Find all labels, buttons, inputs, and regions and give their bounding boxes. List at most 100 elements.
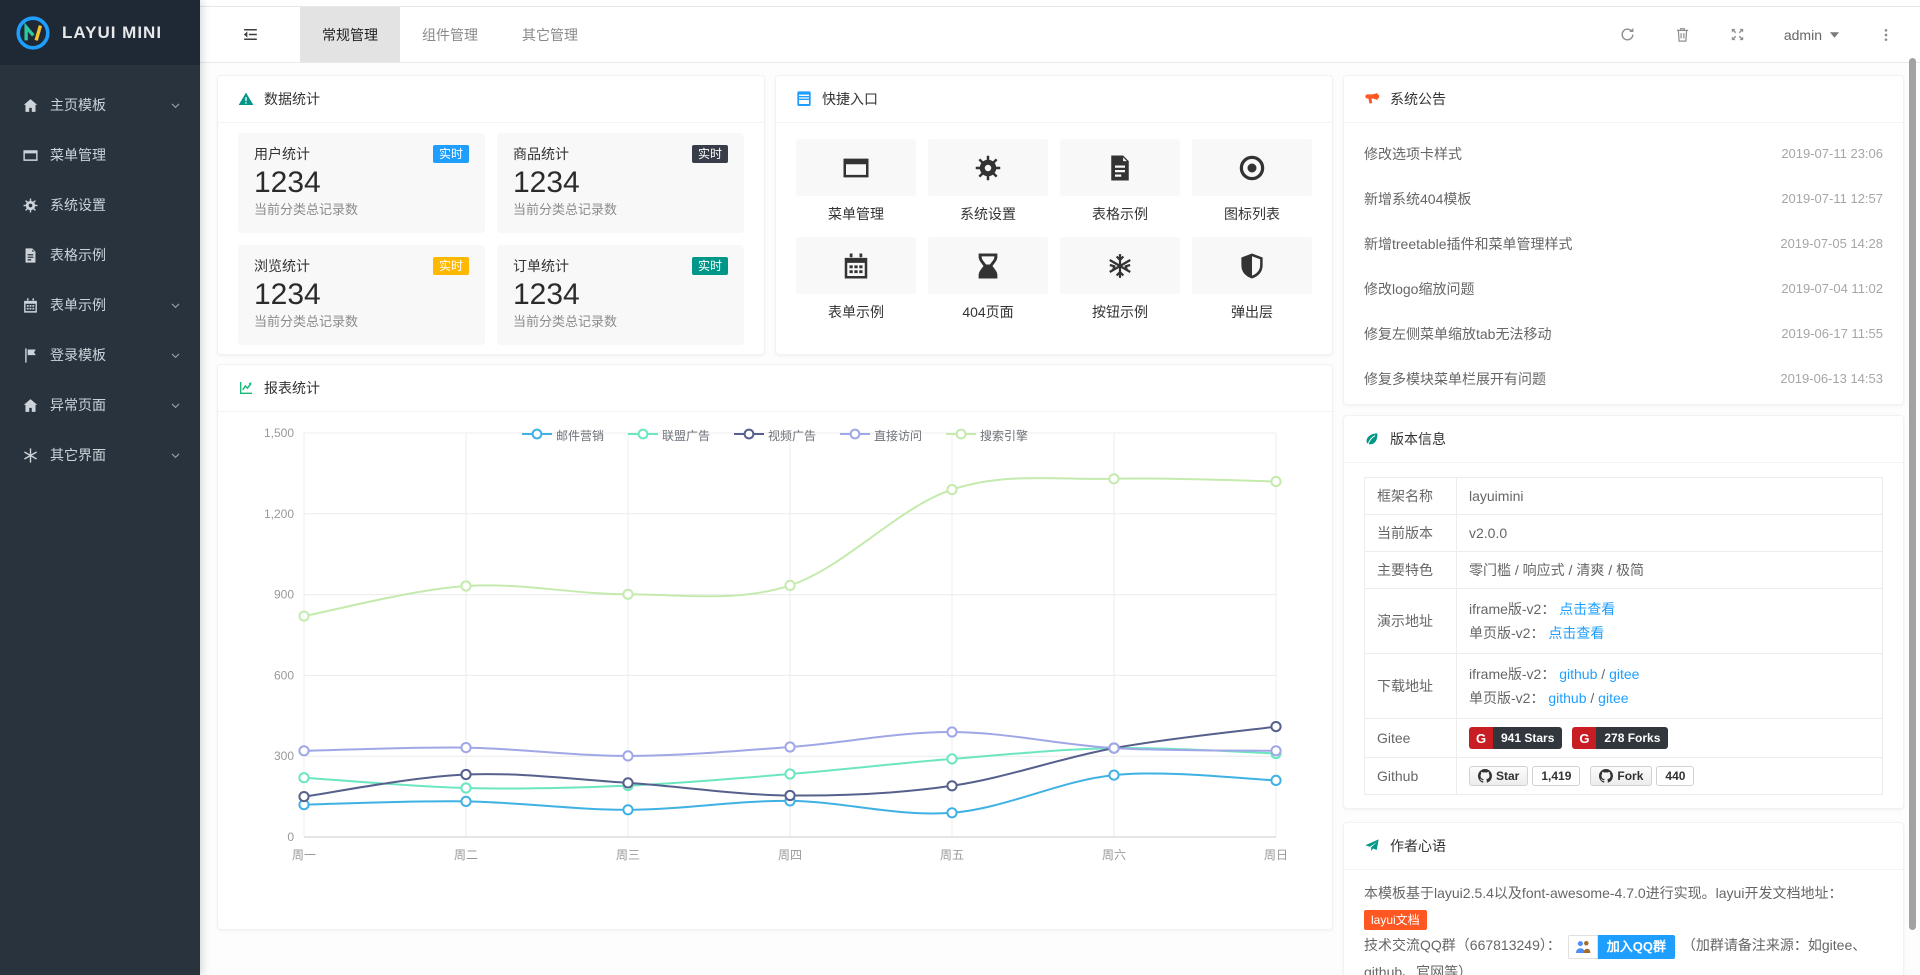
gitee-badge[interactable]: G278 Forks [1572,727,1668,749]
sidebar-item-table-example[interactable]: 表格示例 [0,230,200,280]
caret-down-icon [1829,29,1840,40]
calendar-icon [841,251,871,281]
legend-直接访问[interactable]: 直接访问 [840,427,922,444]
sidebar-item-home-template[interactable]: 主页模板 [0,80,200,130]
version-row: GiteeG941 StarsG278 Forks [1365,719,1883,758]
legend-邮件营销[interactable]: 邮件营销 [522,427,604,444]
link-line-prefix: iframe版-v2： [1469,601,1559,617]
chevron-down-icon [169,399,182,412]
svg-text:周二: 周二 [454,848,478,862]
link-line-prefix: 单页版-v2： [1469,690,1548,706]
vertical-scrollbar-thumb[interactable] [1909,58,1916,930]
quick-entry-icon-list[interactable]: 图标列表 [1192,139,1312,224]
join-qq-group-button[interactable]: 加入QQ群 [1568,935,1675,959]
layui-logo-icon [14,14,52,52]
card-title: 快捷入口 [822,89,878,109]
version-row-value: iframe版-v2： github / gitee单页版-v2： github… [1457,654,1883,719]
realtime-badge: 实时 [433,145,469,163]
legend-搜索引擎[interactable]: 搜索引擎 [946,427,1028,444]
quick-tile [1060,237,1180,294]
quick-entry-popup-layer[interactable]: 弹出层 [1192,237,1312,322]
quick-tile [928,139,1048,196]
flag-icon [22,347,39,364]
quick-entry-menu-manage[interactable]: 菜单管理 [796,139,916,224]
stat-desc: 当前分类总记录数 [513,313,728,330]
sidebar-item-form-example[interactable]: 表单示例 [0,280,200,330]
version-row-label: 框架名称 [1365,478,1457,515]
clear-button[interactable] [1674,26,1691,43]
layui-doc-badge[interactable]: layui文档 [1364,910,1427,930]
legend-marker-icon [522,428,552,443]
tab-general[interactable]: 常规管理 [300,7,400,62]
link-gitee[interactable]: gitee [1598,690,1628,706]
github-star-button[interactable]: Star [1469,766,1528,786]
version-row-label: 主要特色 [1365,552,1457,589]
user-menu[interactable]: admin [1784,27,1840,43]
version-row-label: 下载地址 [1365,654,1457,719]
tab-component[interactable]: 组件管理 [400,7,500,62]
legend-视频广告[interactable]: 视频广告 [734,427,816,444]
quick-entry-label: 表单示例 [796,302,916,322]
quick-entry-button-example[interactable]: 按钮示例 [1060,237,1180,322]
sidebar-item-system-setting[interactable]: 系统设置 [0,180,200,230]
quick-entry-grid: 菜单管理系统设置表格示例图标列表表单示例 404页面按钮示例弹出层 [776,123,1332,322]
shield-icon [1237,251,1267,281]
join-qq-group-label: 加入QQ群 [1598,935,1675,959]
stat-top: 用户统计实时 [254,144,469,164]
menu-fold-icon[interactable] [200,7,300,62]
link-点击查看[interactable]: 点击查看 [1559,601,1615,617]
quick-entry-system-setting[interactable]: 系统设置 [928,139,1048,224]
github-icon [1478,769,1492,783]
link-github[interactable]: github [1559,666,1597,682]
stat-label: 浏览统计 [254,256,310,276]
github-fork-count[interactable]: 440 [1656,766,1694,786]
github-star-count[interactable]: 1,419 [1532,766,1580,786]
quick-entry-page-404[interactable]: 404页面 [928,237,1048,322]
gitee-badge[interactable]: G941 Stars [1469,727,1562,749]
author-paragraph: 技术交流QQ群（667813249）： 加入QQ群 （加群请备注来源：如gite… [1364,932,1883,975]
more-menu-button[interactable] [1878,27,1894,43]
notice-item: 新增treetable插件和菜单管理样式2019-07-05 14:28 [1364,221,1883,266]
link-line-prefix: 单页版-v2： [1469,625,1548,641]
quick-tile [796,139,916,196]
sidebar-item-menu-manage[interactable]: 菜单管理 [0,130,200,180]
github-button-label: Fork [1617,769,1643,783]
app-logo[interactable]: LAYUI MINI [0,0,200,65]
legend-联盟广告[interactable]: 联盟广告 [628,427,710,444]
quick-tile [1060,139,1180,196]
link-gitee[interactable]: gitee [1609,666,1639,682]
notice-text: 修复多模块菜单栏展开有问题 [1364,369,1546,389]
fullscreen-button[interactable] [1729,26,1746,43]
version-row: GithubStar1,419Fork440 [1365,758,1883,795]
github-fork-button[interactable]: Fork [1590,766,1652,786]
nav-tabs: 常规管理组件管理其它管理 [300,7,600,62]
svg-text:0: 0 [287,830,294,844]
stat-value: 1234 [254,277,469,313]
tab-other[interactable]: 其它管理 [500,7,600,62]
notice-item: 修改logo缩放问题2019-07-04 11:02 [1364,266,1883,311]
link-github[interactable]: github [1548,690,1586,706]
card-header: 版本信息 [1344,416,1903,463]
svg-text:周五: 周五 [940,848,964,862]
svg-text:1,200: 1,200 [264,507,294,521]
quick-entry-table-example[interactable]: 表格示例 [1060,139,1180,224]
sidebar-item-login-template[interactable]: 登录模板 [0,330,200,380]
svg-text:周日: 周日 [1264,848,1288,862]
stat-desc: 当前分类总记录数 [254,201,469,218]
refresh-button[interactable] [1619,26,1636,43]
home-icon [22,97,39,114]
line-chart: 03006009001,2001,500周一周二周三周四周五周六周日 [218,413,1332,929]
quick-entry-form-example[interactable]: 表单示例 [796,237,916,322]
file-icon [1105,153,1135,183]
sidebar-item-error-page[interactable]: 异常页面 [0,380,200,430]
sidebar-item-label: 表格示例 [50,245,182,265]
link-点击查看[interactable]: 点击查看 [1548,625,1604,641]
notice-text: 修复左侧菜单缩放tab无法移动 [1364,324,1551,344]
line-chart-icon [238,380,254,396]
quick-tile [928,237,1048,294]
github-icon [1599,769,1613,783]
sidebar-item-other-ui[interactable]: 其它界面 [0,430,200,480]
card-title: 数据统计 [264,89,320,109]
notice-date: 2019-07-11 23:06 [1781,146,1883,161]
notice-item: 新增系统404模板2019-07-11 12:57 [1364,176,1883,221]
